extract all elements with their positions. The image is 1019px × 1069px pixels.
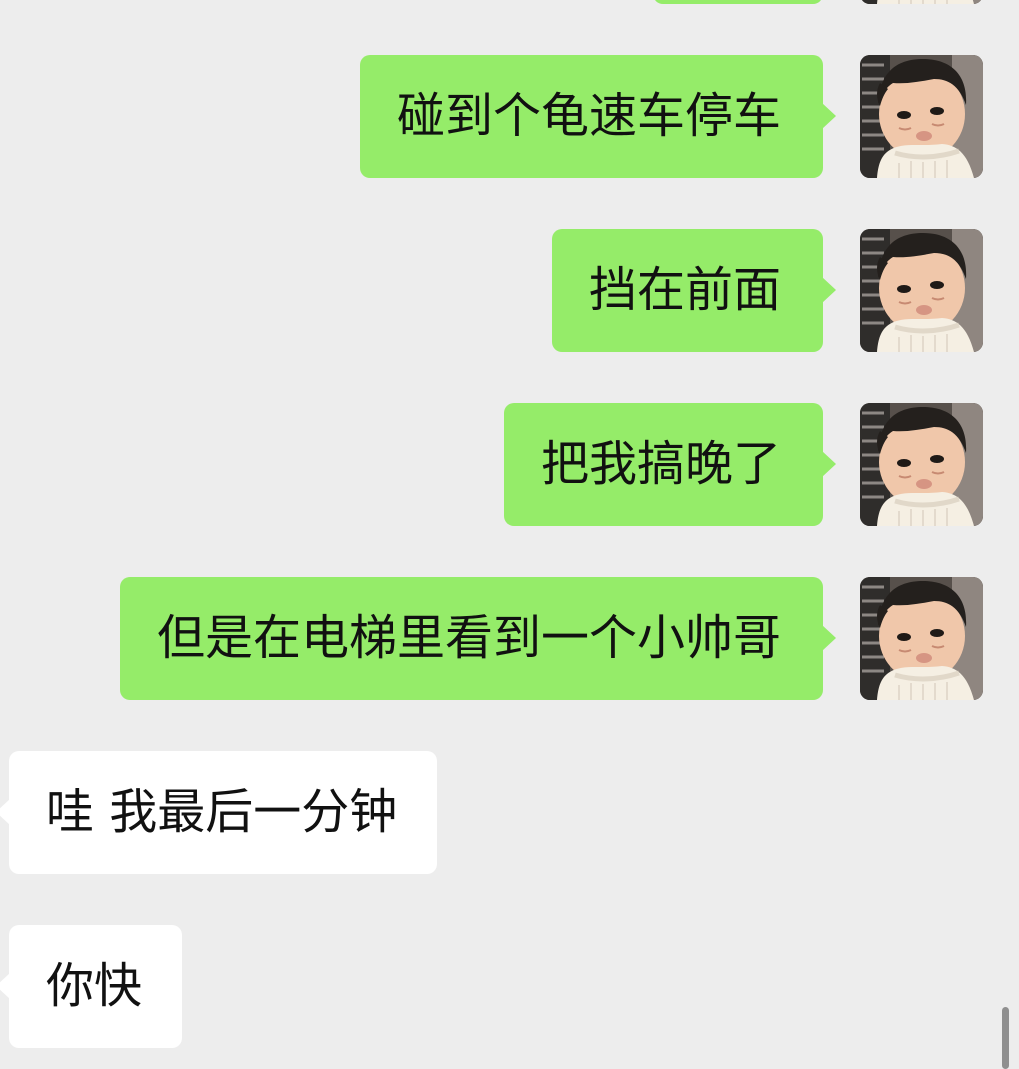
sender-avatar[interactable] <box>860 403 983 526</box>
message-bubble-incoming[interactable]: 哇 我最后一分钟 <box>0 751 438 874</box>
message-text: 哇 我最后一分钟 <box>46 784 398 840</box>
message-text: 把我搞晚了 <box>540 436 781 492</box>
child-photo-avatar-icon <box>860 0 983 4</box>
message-bubble-outgoing[interactable]: 碰到个龟速车停车 <box>359 55 837 178</box>
message-bubble-outgoing[interactable]: 挡在前面 <box>551 229 837 352</box>
message-text: 挡在前面 <box>588 262 781 318</box>
sender-avatar[interactable] <box>860 55 983 178</box>
message-text: 你快 <box>46 958 143 1014</box>
child-photo-avatar-icon <box>860 577 983 700</box>
message-bubble-outgoing[interactable] <box>653 0 823 4</box>
scrollbar-thumb[interactable] <box>1002 1007 1009 1069</box>
sender-avatar[interactable] <box>860 0 983 4</box>
message-bubble-outgoing[interactable]: 把我搞晚了 <box>503 403 837 526</box>
message-bubble-incoming[interactable]: 你快 <box>0 925 183 1048</box>
sender-avatar[interactable] <box>860 577 983 700</box>
message-bubble-outgoing[interactable]: 但是在电梯里看到一个小帅哥 <box>119 577 837 700</box>
chat-message-list[interactable]: 碰到个龟速车停车 挡在前面 把我搞晚了 但是在电梯里看到一个小帅哥 哇 我最后一… <box>0 0 1019 1069</box>
message-text: 但是在电梯里看到一个小帅哥 <box>156 610 781 666</box>
sender-avatar[interactable] <box>860 229 983 352</box>
message-text: 碰到个龟速车停车 <box>396 88 781 144</box>
child-photo-avatar-icon <box>860 229 983 352</box>
child-photo-avatar-icon <box>860 403 983 526</box>
child-photo-avatar-icon <box>860 55 983 178</box>
